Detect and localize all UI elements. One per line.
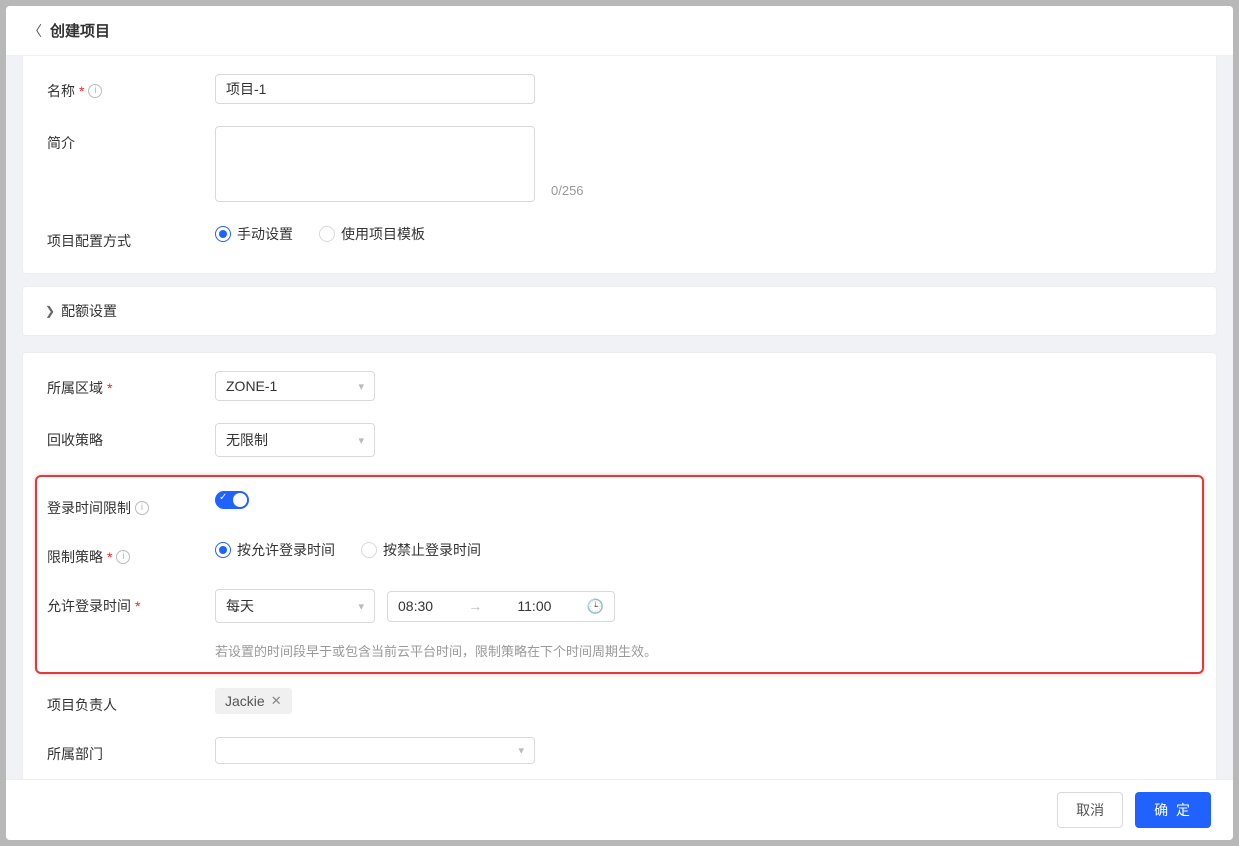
settings-panel: 所属区域* ZONE-1 ▾ 回收策略 无限制 ▾: [22, 352, 1217, 779]
chevron-down-icon: ▾: [358, 600, 364, 613]
recycle-label: 回收策略: [47, 423, 215, 450]
close-icon[interactable]: ✕: [271, 693, 282, 709]
department-label: 所属部门: [47, 737, 215, 764]
intro-textarea[interactable]: [215, 126, 535, 202]
allow-time-label: 允许登录时间*: [47, 589, 215, 616]
owner-tag[interactable]: Jackie ✕: [215, 688, 292, 714]
char-counter: 0/256: [551, 183, 584, 198]
allow-time-hint: 若设置的时间段早于或包含当前云平台时间，限制策略在下个时间周期生效。: [215, 641, 657, 660]
radio-deny-time[interactable]: 按禁止登录时间: [361, 540, 481, 560]
limit-policy-label: 限制策略* i: [47, 540, 215, 567]
time-start: 08:30: [398, 598, 433, 614]
time-range-input[interactable]: 08:30 → 11:00 🕒: [387, 591, 615, 622]
login-limit-toggle[interactable]: [215, 491, 249, 509]
name-input[interactable]: [215, 74, 535, 104]
frequency-select[interactable]: 每天 ▾: [215, 589, 375, 623]
chevron-down-icon: ▾: [358, 434, 364, 447]
basic-panel: 名称* i 简介 0/256 项目配置方式: [22, 56, 1217, 274]
department-select[interactable]: ▾: [215, 737, 535, 764]
back-icon[interactable]: 〈: [28, 21, 42, 41]
footer: 取消 确 定: [6, 779, 1233, 840]
name-label: 名称* i: [47, 74, 215, 101]
chevron-right-icon: ❯: [45, 304, 55, 318]
arrow-right-icon: →: [468, 598, 482, 614]
radio-template[interactable]: 使用项目模板: [319, 224, 425, 244]
page-header: 〈 创建项目: [6, 6, 1233, 56]
radio-manual[interactable]: 手动设置: [215, 224, 293, 244]
config-mode-label: 项目配置方式: [47, 224, 215, 251]
radio-allow-time[interactable]: 按允许登录时间: [215, 540, 335, 560]
zone-label: 所属区域*: [47, 371, 215, 398]
owner-label: 项目负责人: [47, 688, 215, 715]
clock-icon: 🕒: [587, 598, 604, 615]
intro-label: 简介: [47, 126, 215, 153]
page-title: 创建项目: [50, 20, 110, 41]
info-icon: i: [116, 550, 130, 564]
recycle-select[interactable]: 无限制 ▾: [215, 423, 375, 457]
quota-section-toggle[interactable]: ❯ 配额设置: [22, 286, 1217, 336]
zone-select[interactable]: ZONE-1 ▾: [215, 371, 375, 401]
login-limit-label: 登录时间限制 i: [47, 491, 215, 518]
login-limit-highlight: 登录时间限制 i 限制策略* i 按允许登录时间: [35, 475, 1204, 674]
chevron-down-icon: ▾: [358, 380, 364, 393]
chevron-down-icon: ▾: [518, 744, 524, 757]
form-content: 名称* i 简介 0/256 项目配置方式: [6, 56, 1233, 779]
time-end: 11:00: [517, 598, 551, 614]
cancel-button[interactable]: 取消: [1057, 792, 1123, 828]
confirm-button[interactable]: 确 定: [1135, 792, 1211, 828]
info-icon: i: [135, 501, 149, 515]
info-icon: i: [88, 84, 102, 98]
